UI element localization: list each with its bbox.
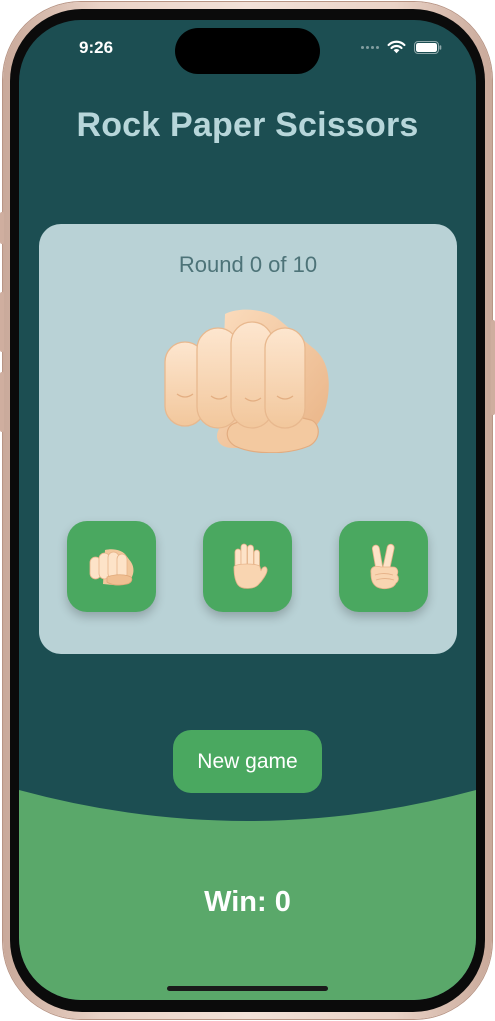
rock-button[interactable] (67, 521, 156, 612)
scissors-button[interactable] (339, 521, 428, 612)
new-game-button[interactable]: New game (173, 730, 322, 793)
action-button (0, 212, 4, 244)
fist-icon (89, 548, 133, 585)
app-screen: 9:26 Rock Paper Scissors Round 0 of 10 N… (19, 20, 476, 1000)
home-indicator[interactable] (167, 986, 328, 991)
raised-hand-icon (233, 543, 267, 589)
status-time: 9:26 (79, 38, 114, 57)
wifi-icon (387, 40, 406, 54)
cellular-signal-icon (361, 45, 379, 49)
paper-button[interactable] (203, 521, 292, 612)
volume-up-button (0, 292, 4, 352)
round-label: Round 0 of 10 (178, 252, 318, 277)
power-button (491, 320, 495, 415)
volume-down-button (0, 372, 4, 432)
app-title: Rock Paper Scissors (76, 106, 419, 144)
game-card: Round 0 of 10 (39, 224, 457, 654)
dynamic-island (175, 28, 320, 74)
score-label: Win: 0 (204, 886, 291, 918)
victory-hand-icon (369, 543, 399, 589)
fist-icon (164, 309, 329, 453)
battery-icon (414, 40, 442, 54)
status-bar: 9:26 (19, 20, 476, 80)
status-icons (361, 40, 442, 54)
